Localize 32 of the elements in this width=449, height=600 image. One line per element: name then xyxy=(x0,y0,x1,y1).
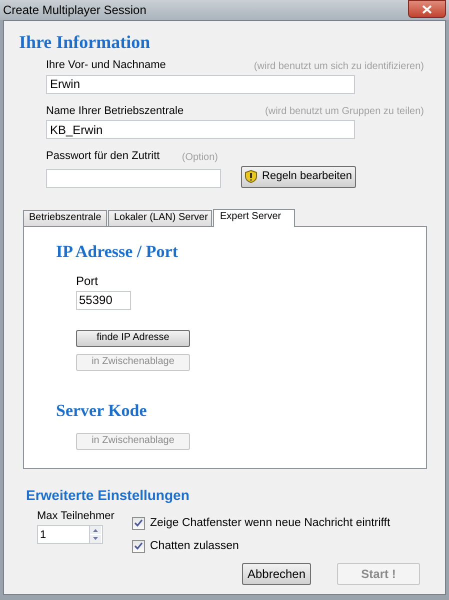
field-label: Port xyxy=(76,272,100,290)
spinner-buttons[interactable] xyxy=(90,525,103,544)
close-button[interactable] xyxy=(408,0,446,18)
tab[interactable]: Expert Server xyxy=(213,208,295,226)
field-label: Ihre Vor- und Nachname xyxy=(46,58,166,73)
checkbox[interactable] xyxy=(132,516,145,530)
checkbox-label: Zeige Chatfenster wenn neue Nachricht eintrifft xyxy=(150,516,390,530)
input-field[interactable]: 55390 xyxy=(76,290,131,310)
field-label: Max Teilnehmer xyxy=(37,508,116,524)
section-heading: Server Kode xyxy=(56,400,148,420)
tab[interactable]: Betriebszentrale xyxy=(23,210,107,226)
input-field[interactable]: KB_Erwin xyxy=(46,120,355,139)
number-field[interactable]: 1 xyxy=(37,525,90,544)
shield-warning-icon xyxy=(245,170,258,183)
tab[interactable]: Lokaler (LAN) Server xyxy=(108,210,212,226)
cancel-button[interactable]: Abbrechen xyxy=(242,563,311,585)
section-heading: Erweiterte Einstellungen xyxy=(26,486,190,504)
checkbox-label: Chatten zulassen xyxy=(150,538,239,554)
field-label: Passwort für den Zutritt xyxy=(46,149,160,164)
close-icon xyxy=(422,4,432,14)
input-field[interactable] xyxy=(46,168,221,188)
section-heading: Ihre Information xyxy=(19,31,152,53)
window-title: Create Multiplayer Session xyxy=(3,2,146,19)
field-label: Name Ihrer Betriebszentrale xyxy=(46,104,184,118)
field-hint: (wird benutzt um sich zu identifizieren) xyxy=(254,60,424,74)
section-heading: IP Adresse / Port xyxy=(56,242,179,262)
input-field[interactable]: Erwin xyxy=(46,74,355,94)
find-ip-button[interactable]: finde IP Adresse xyxy=(76,330,190,346)
edit-rules-button[interactable]: Regeln bearbeiten xyxy=(241,166,356,188)
checkbox[interactable] xyxy=(132,540,145,553)
field-hint: (Option) xyxy=(182,150,218,164)
field-hint: (wird benutzt um Gruppen zu teilen) xyxy=(265,105,424,119)
